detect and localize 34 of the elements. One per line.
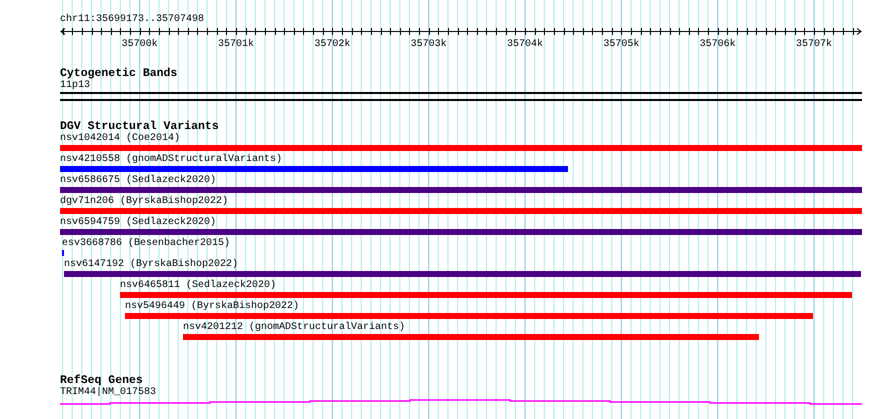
tick-label: 35701k (218, 39, 254, 51)
variant-label: nsv6147192 (ByrskaBishop2022) (64, 259, 238, 271)
track-title: RefSeq Genes (60, 374, 143, 387)
variant-label: nsv6586675 (Sedlazeck2020) (60, 175, 216, 187)
band-label: 11p13 (60, 80, 90, 92)
variant-label: nsv1042014 (Coe2014) (60, 133, 180, 145)
gene-line[interactable] (60, 399, 862, 405)
variant-bar[interactable] (60, 208, 862, 214)
variant-label: nsv5496449 (ByrskaBishop2022) (125, 301, 300, 313)
tick-label: 35707k (796, 39, 832, 51)
variant-bar[interactable] (60, 229, 862, 235)
variant-bar[interactable] (183, 334, 759, 340)
tick-label: 35700k (122, 39, 158, 51)
variant-bar[interactable] (64, 271, 862, 277)
tick-label: 35706k (700, 39, 736, 51)
variant-label: nsv4201212 (gnomADStructuralVariants) (183, 322, 406, 334)
variant-label: nsv6465811 (Sedlazeck2020) (120, 280, 276, 292)
variant-bar[interactable] (60, 166, 568, 172)
gene-label: TRIM44|NM_017583 (60, 387, 156, 399)
tick-label: 35702k (314, 39, 350, 51)
variant-bar[interactable] (125, 313, 813, 319)
variant-label: esv3668786 (Besenbacher2015) (62, 238, 230, 250)
variant-bar[interactable] (60, 187, 862, 193)
variant-bar[interactable] (120, 292, 852, 298)
location-label: chr11:35699173..35707498 (60, 14, 206, 26)
tick-label: 35704k (507, 39, 543, 51)
tick-label: 35705k (603, 39, 640, 51)
track-title: DGV Structural Variants (60, 120, 219, 133)
variant-bar[interactable] (60, 145, 862, 151)
variant-label: dgv71n206 (ByrskaBishop2022) (60, 196, 228, 208)
track-title: Cytogenetic Bands (60, 67, 178, 80)
variant-label: nsv6594759 (Sedlazeck2020) (60, 217, 216, 229)
variant-label: nsv4210558 (gnomADStructuralVariants) (60, 154, 282, 166)
tick-label: 35703k (410, 39, 447, 51)
